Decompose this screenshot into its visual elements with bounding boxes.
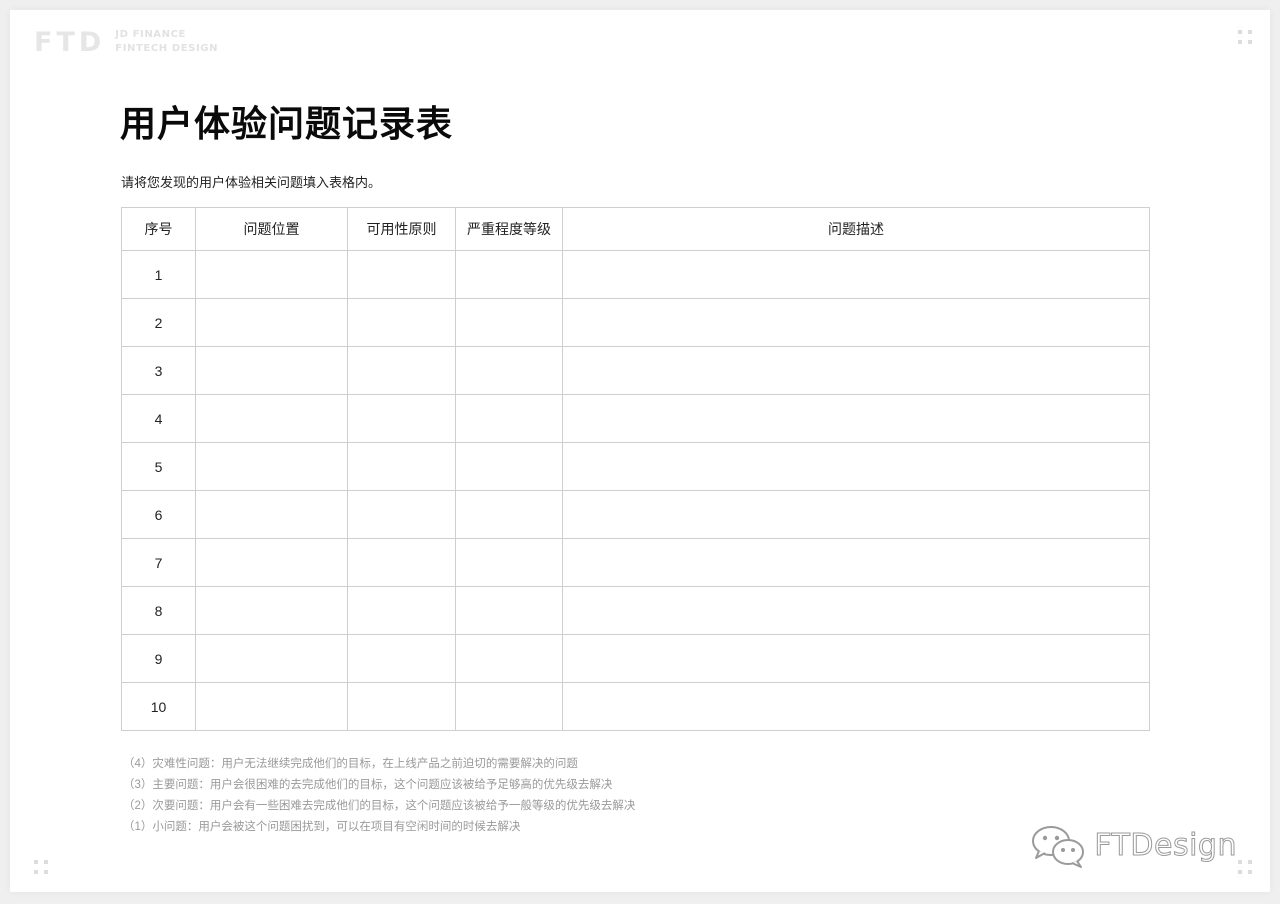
cell-description (562, 346, 1150, 395)
cell-location (195, 586, 348, 635)
header-severity: 严重程度等级 (455, 207, 563, 251)
cell-severity (455, 586, 563, 635)
cell-severity (455, 346, 563, 395)
cell-location (195, 538, 348, 587)
header-principle: 可用性原则 (347, 207, 456, 251)
cell-location (195, 442, 348, 491)
cell-principle (347, 682, 456, 731)
cell-location (195, 250, 348, 299)
cell-description (562, 250, 1150, 299)
watermark-text: FTDesign (1094, 828, 1237, 863)
watermark: FTDesign (1030, 823, 1237, 869)
brand-line-1: JD FINANCE (115, 29, 186, 40)
table-header-row: 序号 问题位置 可用性原则 严重程度等级 问题描述 (121, 207, 1150, 251)
cell-principle (347, 442, 456, 491)
cell-severity (455, 394, 563, 443)
corner-dots-icon (34, 860, 48, 874)
table-row: 6 (121, 490, 1150, 539)
cell-location (195, 298, 348, 347)
cell-index: 5 (121, 442, 196, 491)
cell-principle (347, 298, 456, 347)
corner-dots-icon (1238, 30, 1252, 44)
table-row: 10 (121, 682, 1150, 731)
cell-index: 9 (121, 634, 196, 683)
cell-description (562, 442, 1150, 491)
cell-index: 2 (121, 298, 196, 347)
cell-principle (347, 538, 456, 587)
cell-principle (347, 586, 456, 635)
cell-location (195, 346, 348, 395)
table-row: 2 (121, 298, 1150, 347)
cell-description (562, 298, 1150, 347)
note-catastrophic: （4）灾难性问题：用户无法继续完成他们的目标，在上线产品之前迫切的需要解决的问题 (123, 758, 578, 770)
cell-severity (455, 250, 563, 299)
cell-principle (347, 394, 456, 443)
wechat-icon (1032, 826, 1085, 868)
cell-severity (455, 634, 563, 683)
cell-severity (455, 538, 563, 587)
cell-index: 8 (121, 586, 196, 635)
cell-description (562, 586, 1150, 635)
header-location: 问题位置 (195, 207, 348, 251)
note-small: （1）小问题：用户会被这个问题困扰到，可以在项目有空闲时间的时候去解决 (123, 821, 521, 833)
cell-principle (347, 250, 456, 299)
cell-principle (347, 490, 456, 539)
cell-description (562, 682, 1150, 731)
header-index: 序号 (121, 207, 196, 251)
issue-record-table: 序号 问题位置 可用性原则 严重程度等级 问题描述 1 2 3 4 5 6 7 8 9 10 (121, 207, 1150, 731)
corner-dots-icon (1238, 860, 1252, 874)
page-sheet: FTD JD FINANCE FINTECH DESIGN 用户体验问题记录表 … (10, 10, 1270, 892)
table-row: 9 (121, 634, 1150, 683)
cell-principle (347, 634, 456, 683)
table-row: 1 (121, 250, 1150, 299)
brand-mark: FTD (34, 26, 106, 58)
brand-text: JD FINANCE FINTECH DESIGN (115, 28, 218, 56)
cell-location (195, 634, 348, 683)
severity-notes: （4）灾难性问题：用户无法继续完成他们的目标，在上线产品之前迫切的需要解决的问题… (123, 754, 635, 838)
cell-index: 3 (121, 346, 196, 395)
table-row: 4 (121, 394, 1150, 443)
brand-logo: FTD JD FINANCE FINTECH DESIGN (34, 28, 218, 56)
header-description: 问题描述 (562, 207, 1150, 251)
cell-severity (455, 490, 563, 539)
page-subtitle: 请将您发现的用户体验相关问题填入表格内。 (121, 175, 382, 190)
cell-index: 7 (121, 538, 196, 587)
cell-severity (455, 298, 563, 347)
cell-description (562, 490, 1150, 539)
table-row: 3 (121, 346, 1150, 395)
cell-severity (455, 442, 563, 491)
cell-location (195, 682, 348, 731)
cell-severity (455, 682, 563, 731)
note-minor: （2）次要问题：用户会有一些困难去完成他们的目标，这个问题应该被给予一般等级的优… (123, 800, 636, 812)
cell-index: 6 (121, 490, 196, 539)
table-row: 5 (121, 442, 1150, 491)
brand-line-2: FINTECH DESIGN (115, 43, 219, 54)
cell-description (562, 634, 1150, 683)
table-row: 8 (121, 586, 1150, 635)
cell-location (195, 490, 348, 539)
cell-description (562, 538, 1150, 587)
cell-index: 4 (121, 394, 196, 443)
cell-location (195, 394, 348, 443)
note-major: （3）主要问题：用户会很困难的去完成他们的目标，这个问题应该被给予足够高的优先级… (123, 779, 613, 791)
cell-principle (347, 346, 456, 395)
table-row: 7 (121, 538, 1150, 587)
cell-description (562, 394, 1150, 443)
cell-index: 10 (121, 682, 196, 731)
page-title: 用户体验问题记录表 (120, 103, 454, 144)
cell-index: 1 (121, 250, 196, 299)
